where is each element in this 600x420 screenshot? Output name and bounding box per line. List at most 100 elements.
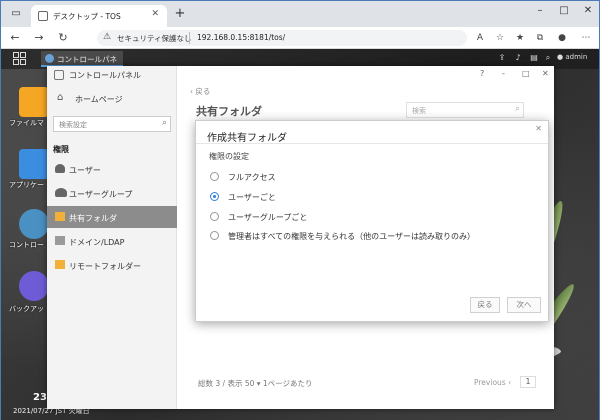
sidebar-item-label: 共有フォルダ	[69, 214, 117, 223]
browser-window: ▭ デスクトップ - TOS ✕ + – □ ✕ ← → ↻ ⚠ セキュリティ保…	[0, 0, 600, 420]
create-shared-folder-dialog: 作成共有フォルダ ✕ 権限の設定 フルアクセス ユーザーごと ユーザーグループご…	[195, 120, 549, 322]
sidebar-item-label: ドメイン/LDAP	[69, 238, 125, 247]
radio-button[interactable]	[210, 231, 219, 240]
reload-icon[interactable]: ↻	[55, 30, 71, 46]
control-panel-sidebar: コントロールパネル ⌂ ホームページ 検索設定 ⌕ 権限 ユーザー ユーザーグル…	[47, 66, 177, 409]
profile-icon[interactable]: ●	[555, 31, 569, 45]
read-aloud-icon[interactable]: A	[473, 31, 487, 45]
desktop-icon-label: アプリケーション	[9, 181, 45, 189]
minimize-icon[interactable]: -	[502, 69, 505, 78]
sidebar-item-label: ユーザーグループ	[69, 190, 133, 199]
divider	[196, 143, 548, 144]
radio-button[interactable]	[210, 212, 219, 221]
sidebar-item-shared-folder[interactable]: 共有フォルダ	[47, 206, 177, 228]
chat-icon[interactable]: ▤	[529, 53, 539, 63]
home-icon: ⌂	[57, 92, 64, 103]
option-by-user[interactable]: ユーザーごと	[210, 190, 530, 204]
security-label: セキュリティ保護なし	[117, 34, 192, 43]
page-number[interactable]: 1	[520, 376, 536, 388]
option-admin-full-others-read[interactable]: 管理者はすべての権限を与えられる（他のユーザーは読み取りのみ）	[210, 229, 530, 243]
forward-arrow-icon[interactable]: →	[31, 30, 47, 46]
divider	[189, 32, 190, 44]
option-label: ユーザーごと	[228, 193, 276, 202]
dialog-title: 作成共有フォルダ	[207, 133, 287, 144]
folder-search-input[interactable]: 検索 ⌕	[406, 102, 524, 118]
shared-folder-icon	[55, 212, 65, 221]
address-bar: ← → ↻ ⚠ セキュリティ保護なし 192.168.0.15:8181/tos…	[1, 27, 599, 49]
more-menu-icon[interactable]: ⋯	[579, 31, 593, 45]
upload-icon[interactable]: ⇪	[497, 53, 507, 63]
control-panel-gear-icon[interactable]	[19, 209, 49, 239]
remote-folder-icon	[55, 260, 65, 269]
browser-tab[interactable]: デスクトップ - TOS ✕	[31, 5, 167, 27]
url-text: 192.168.0.15:8181/tos/	[197, 33, 286, 42]
file-manager-icon[interactable]	[19, 87, 49, 117]
back-label: 戻る	[195, 87, 211, 96]
search-icon[interactable]: ⌕	[543, 53, 553, 63]
sidebar-item-remote-folder[interactable]: リモートフォルダー	[47, 254, 177, 276]
control-panel-header: コントロールパネル	[47, 66, 177, 84]
settings-search-input[interactable]: 検索設定 ⌕	[53, 116, 171, 132]
close-icon[interactable]: ✕	[535, 124, 542, 133]
taskbar-control-panel[interactable]: コントロールパネル	[41, 51, 123, 75]
close-tab-icon[interactable]: ✕	[151, 9, 159, 19]
search-icon[interactable]: ⌕	[515, 104, 520, 114]
previous-page-button[interactable]: Previous ‹	[474, 378, 511, 387]
search-placeholder: 検索	[412, 107, 426, 115]
favorites-icon[interactable]: ★	[513, 31, 527, 45]
tab-title: デスクトップ - TOS	[53, 12, 121, 21]
help-icon[interactable]: ?	[480, 69, 484, 78]
page-title: 共有フォルダ	[196, 105, 262, 118]
search-placeholder: 検索設定	[59, 121, 87, 129]
domain-icon	[55, 236, 65, 245]
option-label: フルアクセス	[228, 173, 276, 182]
sidebar-item-user-group[interactable]: ユーザーグループ	[47, 182, 177, 204]
dialog-subtitle: 権限の設定	[209, 152, 249, 161]
user-menu[interactable]: ● admin	[557, 53, 587, 61]
new-tab-icon[interactable]: +	[171, 5, 189, 23]
tab-actions-icon[interactable]: ▭	[7, 5, 25, 23]
app-center-icon[interactable]	[19, 149, 49, 179]
search-icon[interactable]: ⌕	[162, 118, 167, 128]
option-by-user-group[interactable]: ユーザーグループごと	[210, 210, 530, 224]
close-icon[interactable]: ✕	[542, 69, 549, 78]
radio-button[interactable]	[210, 172, 219, 181]
sidebar-item-label: リモートフォルダー	[69, 262, 141, 271]
sidebar-item-label: ユーザー	[69, 166, 101, 175]
url-field[interactable]: ⚠ セキュリティ保護なし 192.168.0.15:8181/tos/	[97, 30, 467, 46]
window-title: コントロールパネル	[69, 71, 141, 80]
option-label: 管理者はすべての権限を与えられる（他のユーザーは読み取りのみ）	[228, 232, 475, 241]
radio-button-selected[interactable]	[210, 192, 219, 201]
backup-clock-icon[interactable]	[19, 271, 49, 301]
close-window-icon[interactable]: ✕	[581, 5, 595, 16]
minimize-icon[interactable]: –	[533, 5, 547, 16]
control-panel-icon	[54, 70, 64, 80]
next-button[interactable]: 次へ	[507, 297, 541, 313]
pagination-summary: 総数 3 / 表示 50 ▾ 1ページあたり	[198, 379, 313, 388]
control-panel-icon	[45, 54, 54, 63]
favorite-star-icon[interactable]: ☆	[493, 31, 507, 45]
collections-icon[interactable]: ⧉	[533, 31, 547, 45]
section-heading: 権限	[53, 145, 69, 154]
maximize-icon[interactable]: □	[522, 69, 530, 78]
tab-bar: ▭ デスクトップ - TOS ✕ + – □ ✕	[1, 1, 599, 27]
back-link[interactable]: ‹ 戻る	[190, 86, 210, 97]
home-label: ホームページ	[75, 95, 123, 104]
username: admin	[565, 53, 588, 61]
user-icon	[55, 164, 65, 173]
home-link[interactable]: ⌂ ホームページ	[47, 88, 177, 108]
desktop-icon-label: ファイルマネージャー	[9, 119, 45, 127]
back-button[interactable]: 戻る	[470, 297, 500, 313]
back-arrow-icon[interactable]: ←	[7, 30, 23, 46]
notification-bell-icon[interactable]: ♪	[513, 53, 523, 63]
sidebar-item-user[interactable]: ユーザー	[47, 158, 177, 180]
start-menu-icon[interactable]	[13, 52, 27, 66]
desktop-icon-label: コントロールパネル	[9, 241, 45, 249]
page-favicon-icon	[38, 11, 48, 21]
desktop-icon-label: バックアップ	[9, 305, 45, 313]
warning-icon: ⚠	[103, 32, 112, 42]
sidebar-item-domain-ldap[interactable]: ドメイン/LDAP	[47, 230, 177, 252]
option-label: ユーザーグループごと	[228, 213, 308, 222]
option-full-access[interactable]: フルアクセス	[210, 170, 530, 184]
maximize-icon[interactable]: □	[557, 5, 571, 16]
